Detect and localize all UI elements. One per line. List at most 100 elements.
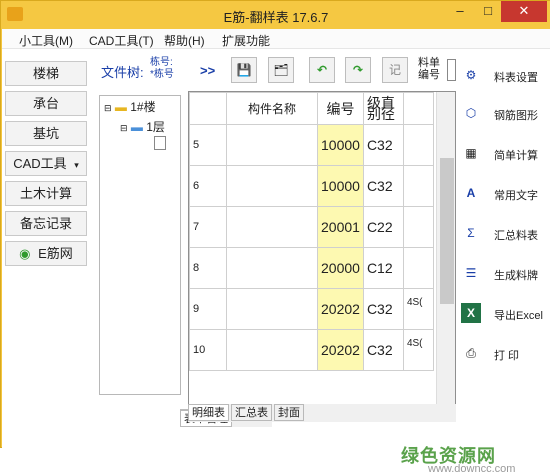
material-settings-label: 料表设置 bbox=[494, 72, 538, 84]
cell-grade[interactable]: C32 bbox=[362, 165, 404, 207]
folder-icon: ▬ bbox=[114, 100, 127, 114]
cell-component-name[interactable] bbox=[226, 288, 318, 330]
cell-code[interactable]: 20001 bbox=[317, 206, 364, 248]
tab-cover[interactable]: 封面 bbox=[274, 404, 304, 421]
cell-component-name[interactable] bbox=[226, 165, 318, 207]
expand-button[interactable]: >> bbox=[200, 63, 215, 78]
sigma-icon: Σ bbox=[467, 226, 475, 240]
cell-extra[interactable] bbox=[402, 124, 434, 166]
cell-component-name[interactable] bbox=[226, 329, 318, 371]
material-sheet-number-label: 料单编号 bbox=[418, 57, 440, 81]
scrollbar-thumb[interactable] bbox=[440, 158, 454, 304]
text-icon: A bbox=[466, 186, 476, 200]
cell-code[interactable]: 20202 bbox=[317, 288, 364, 330]
watermark-url: www.downcc.com bbox=[428, 463, 516, 475]
cell-grade[interactable]: C32 bbox=[362, 288, 404, 330]
cell-component-name[interactable] bbox=[226, 124, 318, 166]
table-row[interactable]: 7 20001 C22 bbox=[189, 206, 434, 248]
print-label: 打 印 bbox=[494, 350, 520, 362]
generate-tag-label: 生成料牌 bbox=[494, 270, 538, 282]
cell-extra[interactable] bbox=[402, 206, 434, 248]
table-row[interactable]: 8 20000 C12 bbox=[189, 247, 434, 289]
rebar-shape-label: 钢筋图形 bbox=[494, 110, 538, 122]
table-row[interactable]: 9 20202 C32 4S( bbox=[189, 288, 434, 330]
cell-grade[interactable]: C12 bbox=[362, 247, 404, 289]
client-area: 楼梯 承台 基坑 CAD工具 ▾ 土木计算 备忘记录 ◉ E筋网 文件树: 栋号… bbox=[2, 49, 550, 475]
document-edit-icon[interactable] bbox=[154, 136, 166, 153]
record-button[interactable]: 记 bbox=[382, 57, 408, 83]
tab-details[interactable]: 明细表 bbox=[188, 404, 229, 421]
tree-node-floor[interactable]: ⊟ ▬ 1层 bbox=[120, 118, 165, 135]
nav-civil-calc-button[interactable]: 土木计算 bbox=[5, 181, 87, 206]
header-code[interactable]: 编号 bbox=[317, 92, 364, 125]
common-text-button[interactable]: A 常用文字 bbox=[459, 179, 548, 209]
simple-calc-button[interactable]: ▦ 简单计算 bbox=[459, 139, 548, 169]
generate-tag-button[interactable]: ☰ 生成料牌 bbox=[459, 259, 548, 289]
tree-node-building[interactable]: ⊟ ▬ 1#楼 bbox=[104, 98, 156, 115]
cell-extra[interactable]: 4S( bbox=[402, 329, 434, 371]
nav-memo-button[interactable]: 备忘记录 bbox=[5, 211, 87, 236]
nav-pile-cap-button[interactable]: 承台 bbox=[5, 91, 87, 116]
cell-code[interactable]: 20000 bbox=[317, 247, 364, 289]
menu-help[interactable]: 帮助(H) bbox=[164, 32, 205, 49]
vertical-scrollbar[interactable] bbox=[436, 92, 455, 405]
cell-component-name[interactable] bbox=[226, 206, 318, 248]
table-row[interactable]: 6 10000 C32 bbox=[189, 165, 434, 207]
row-number: 7 bbox=[189, 206, 227, 248]
cell-component-name[interactable] bbox=[226, 247, 318, 289]
nav-stairs-button[interactable]: 楼梯 bbox=[5, 61, 87, 86]
rebar-shape-icon: ⬡ bbox=[465, 106, 477, 120]
export-excel-label: 导出Excel bbox=[494, 310, 543, 322]
title-bar: E筋-翻样表 17.6.7 – □ ✕ bbox=[1, 1, 550, 29]
print-button[interactable]: ⎙ 打 印 bbox=[459, 339, 548, 369]
file-tree-filter-building-alt: *栋号 bbox=[150, 69, 174, 80]
cell-extra[interactable]: 4S( bbox=[402, 288, 434, 330]
cell-code[interactable]: 10000 bbox=[317, 165, 364, 207]
table-row[interactable]: 5 10000 C32 bbox=[189, 124, 434, 166]
rebar-shape-button[interactable]: ⬡ 钢筋图形 bbox=[459, 99, 548, 129]
detail-table: 构件名称 编号 级直别径 5 10000 C32 6 10000 C32 7 2… bbox=[188, 91, 456, 406]
tab-summary[interactable]: 汇总表 bbox=[231, 404, 272, 421]
detail-table-grid: 构件名称 编号 级直别径 5 10000 C32 6 10000 C32 7 2… bbox=[189, 92, 434, 371]
menu-cad-tools[interactable]: CAD工具(T) bbox=[89, 32, 154, 49]
collapse-icon: ⊟ bbox=[120, 123, 128, 133]
excel-icon: X bbox=[461, 303, 481, 323]
header-component-name[interactable]: 构件名称 bbox=[226, 92, 318, 125]
table-row[interactable]: 10 20202 C32 4S( bbox=[189, 329, 434, 371]
redo-icon[interactable]: ↷ bbox=[345, 57, 371, 83]
cell-grade[interactable]: C22 bbox=[362, 206, 404, 248]
save-all-icon[interactable]: 🗂 bbox=[268, 57, 294, 83]
maximize-button[interactable]: □ bbox=[474, 1, 502, 22]
material-settings-button[interactable]: ⚙ 料表设置 bbox=[459, 61, 548, 91]
folder-icon: ▬ bbox=[130, 120, 143, 134]
nav-foundation-pit-button[interactable]: 基坑 bbox=[5, 121, 87, 146]
cell-code[interactable]: 20202 bbox=[317, 329, 364, 371]
undo-icon[interactable]: ↶ bbox=[309, 57, 335, 83]
chevron-down-icon: ▾ bbox=[74, 160, 79, 170]
minimize-button[interactable]: – bbox=[446, 1, 474, 22]
menu-tools[interactable]: 小工具(M) bbox=[19, 32, 73, 49]
nav-ejin-web-button[interactable]: ◉ E筋网 bbox=[5, 241, 87, 266]
material-sheet-number-input[interactable] bbox=[447, 59, 456, 81]
right-toolbar: ⚙ 料表设置 ⬡ 钢筋图形 ▦ 简单计算 A 常用文字 Σ 汇总料表 ☰ 生成料… bbox=[459, 59, 550, 439]
nav-cad-tools-label: CAD工具 bbox=[13, 156, 67, 171]
cell-extra[interactable] bbox=[402, 165, 434, 207]
cell-code[interactable]: 10000 bbox=[317, 124, 364, 166]
cell-grade[interactable]: C32 bbox=[362, 329, 404, 371]
header-grade-diameter[interactable]: 级直别径 bbox=[362, 92, 404, 125]
sheet-tabs: 明细表 汇总表 封面 bbox=[188, 404, 456, 422]
header-extra[interactable] bbox=[402, 92, 434, 125]
cell-extra[interactable] bbox=[402, 247, 434, 289]
file-tree[interactable]: ⊟ ▬ 1#楼 ⊟ ▬ 1层 bbox=[99, 95, 181, 395]
cell-grade[interactable]: C32 bbox=[362, 124, 404, 166]
table-header-row: 构件名称 编号 级直别径 bbox=[189, 92, 434, 125]
save-icon[interactable]: 💾 bbox=[231, 57, 257, 83]
app-window: E筋-翻样表 17.6.7 – □ ✕ 小工具(M) CAD工具(T) 帮助(H… bbox=[0, 0, 550, 475]
summary-sheet-button[interactable]: Σ 汇总料表 bbox=[459, 219, 548, 249]
gear-icon: ⚙ bbox=[465, 68, 477, 82]
menu-bar: 小工具(M) CAD工具(T) 帮助(H) 扩展功能 bbox=[2, 29, 550, 49]
export-excel-button[interactable]: X 导出Excel bbox=[459, 299, 548, 329]
menu-extensions[interactable]: 扩展功能 bbox=[222, 32, 270, 49]
nav-cad-tools-button[interactable]: CAD工具 ▾ bbox=[5, 151, 87, 176]
close-button[interactable]: ✕ bbox=[501, 1, 547, 22]
